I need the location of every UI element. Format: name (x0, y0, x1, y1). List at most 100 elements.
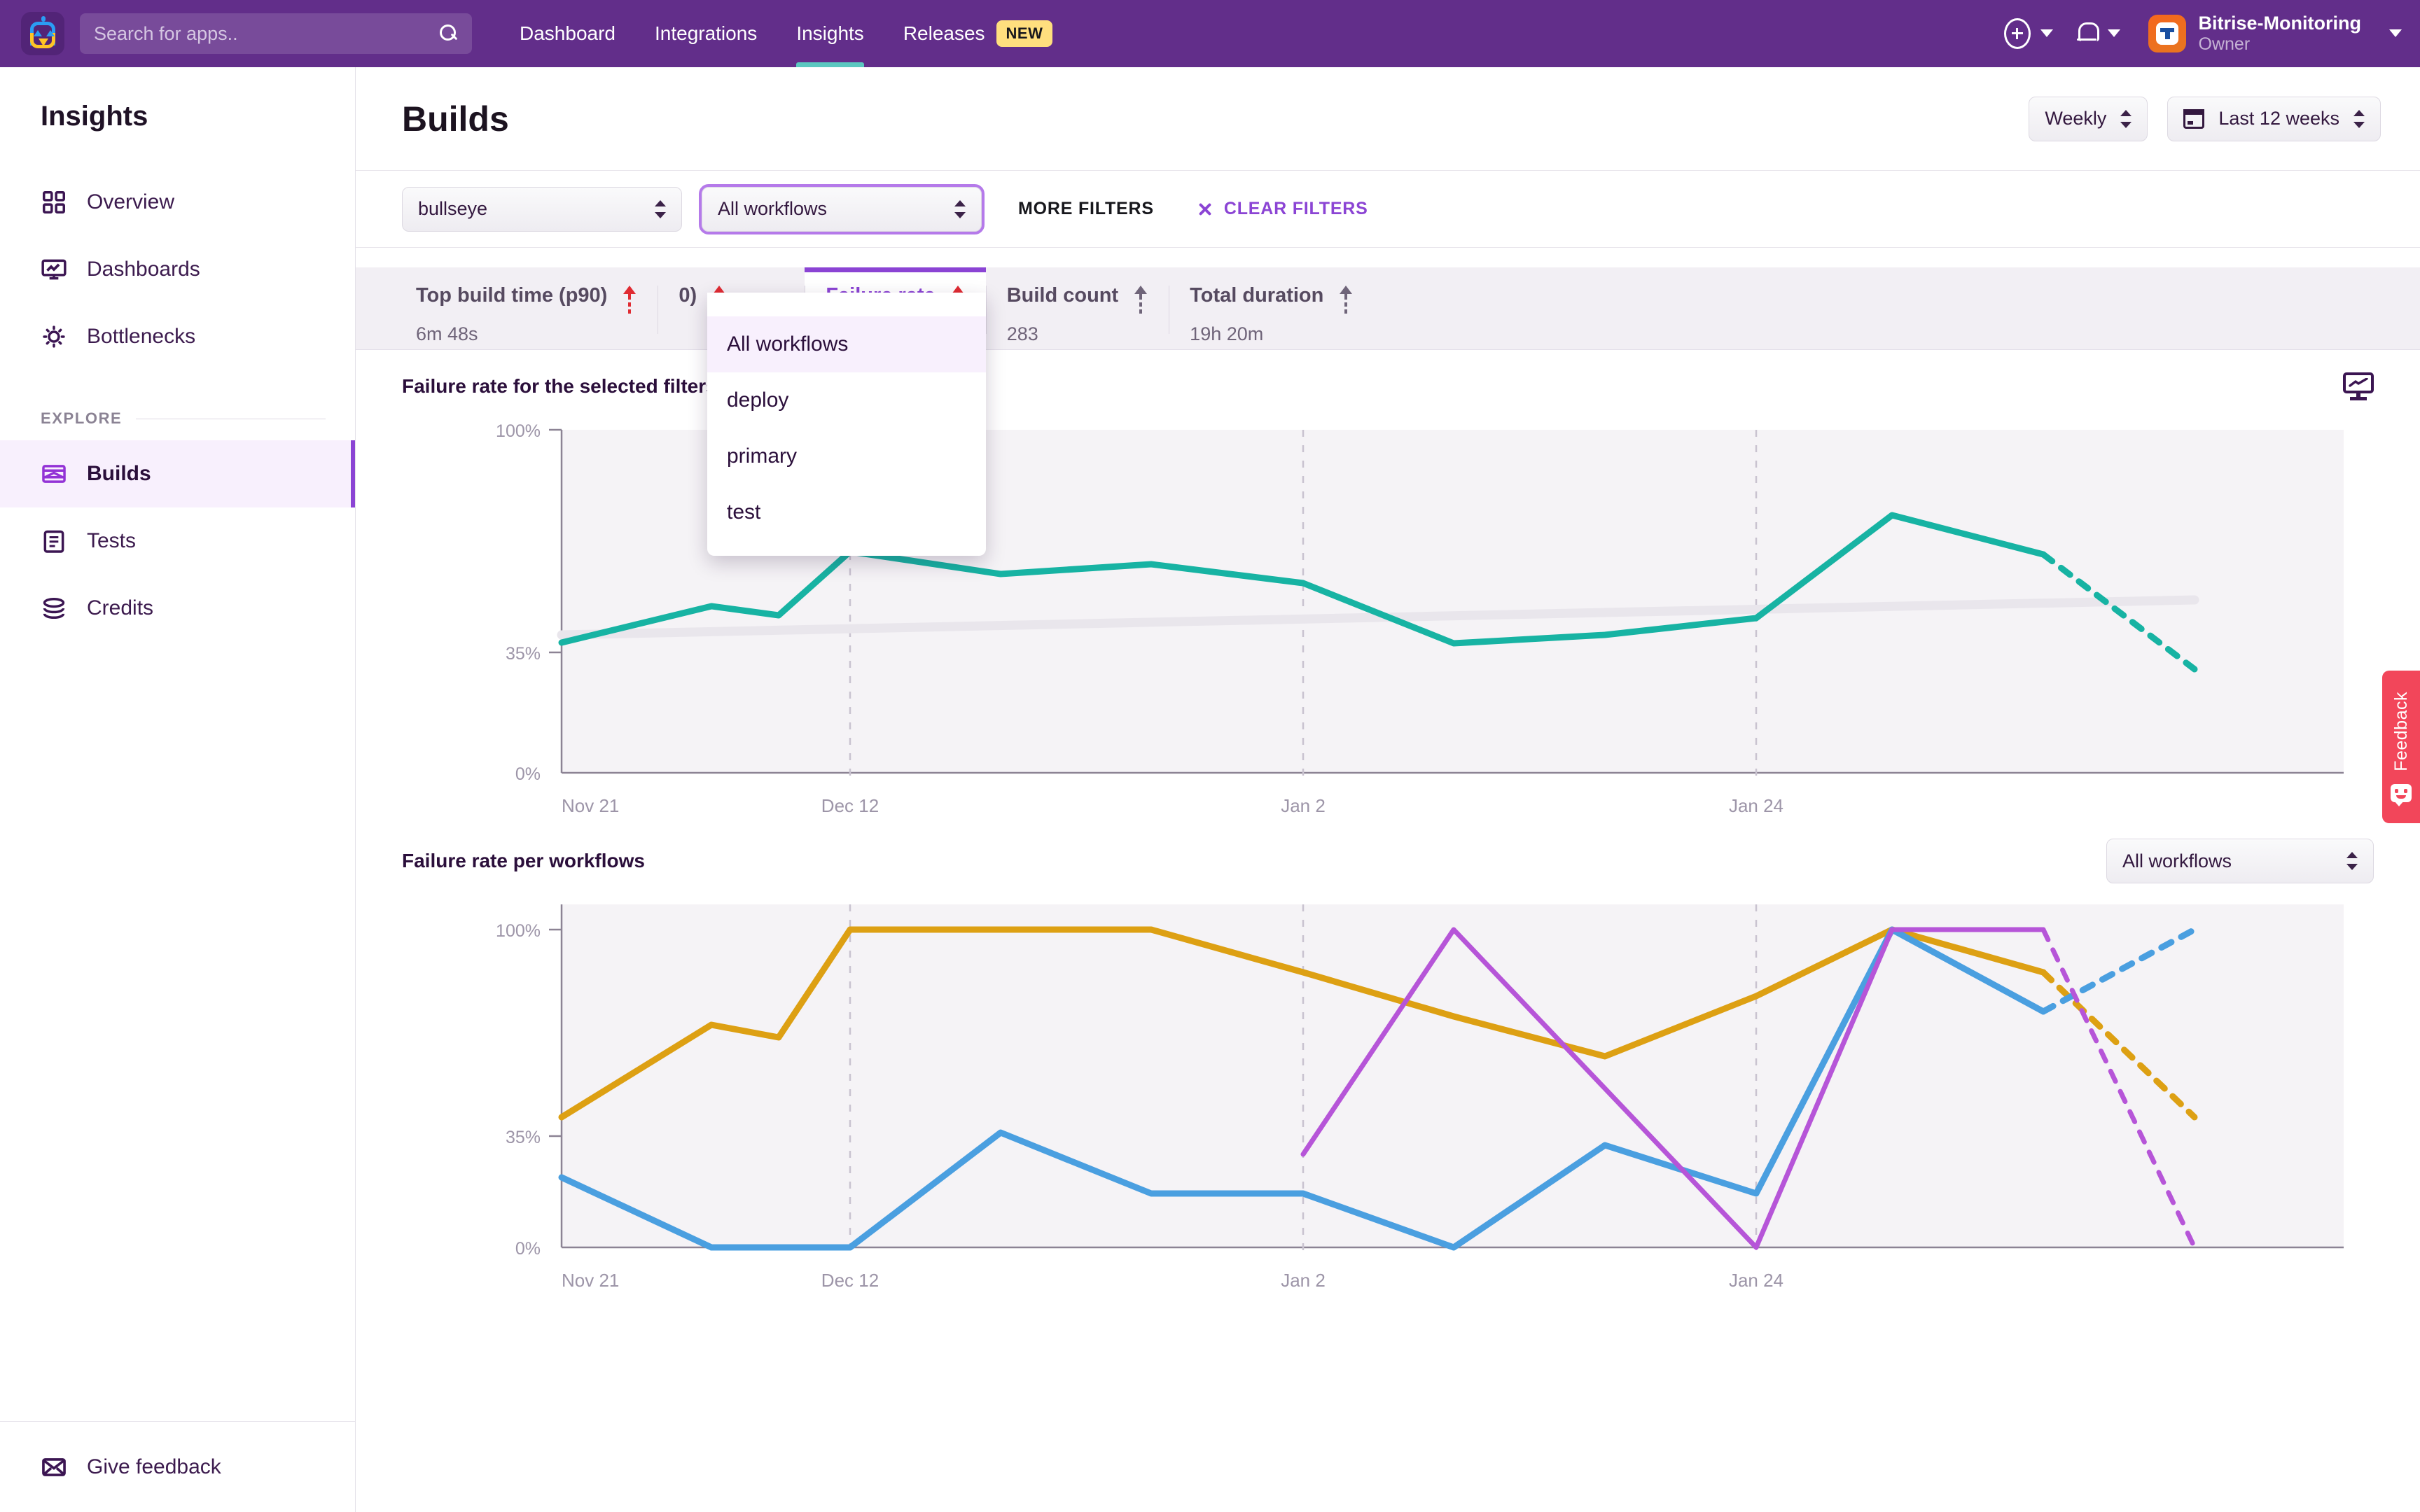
clear-filters-button[interactable]: CLEAR FILTERS (1197, 199, 1368, 219)
dropdown-option-deploy[interactable]: deploy (707, 372, 986, 428)
chart-card-failure-rate: Failure rate for the selected filters (356, 350, 2420, 815)
bitrise-logo[interactable] (21, 12, 64, 55)
monitor-chart-icon (41, 256, 67, 283)
metric-tab-top-build-time[interactable]: Top build time (p90) 6m 48s (395, 267, 658, 349)
dropdown-option-primary[interactable]: primary (707, 428, 986, 484)
svg-text:100%: 100% (496, 423, 541, 441)
main-content: Builds Weekly Last 12 weeks bullseye All (356, 67, 2420, 1512)
metric-value: 19h 20m (1190, 323, 1353, 345)
give-feedback-button[interactable]: Give feedback (0, 1421, 355, 1512)
chart-one-svg: 100% 35% 0% Nov 21 Dec 12 Jan 2 Jan 24 (402, 423, 2384, 815)
sidebar-item-bottlenecks[interactable]: Bottlenecks (0, 303, 355, 370)
sidebar-item-label: Credits (87, 596, 153, 620)
metric-tab-build-count[interactable]: Build count 283 (986, 267, 1169, 349)
chevron-updown-icon (655, 199, 666, 220)
app-select[interactable]: bullseye (402, 187, 682, 232)
sidebar-item-credits[interactable]: Credits (0, 575, 355, 642)
chart-one-title: Failure rate for the selected filters (402, 375, 717, 398)
primary-nav: Dashboard Integrations Insights Releases… (500, 0, 1072, 67)
clear-filters-label: CLEAR FILTERS (1224, 199, 1368, 219)
nav-right-group: Bitrise-Monitoring Owner (1993, 13, 2402, 55)
sidebar-item-label: Overview (87, 190, 174, 214)
notifications-menu-button[interactable] (2064, 20, 2132, 48)
date-range-select[interactable]: Last 12 weeks (2167, 97, 2381, 141)
chart-one-header: Failure rate for the selected filters (402, 350, 2374, 423)
chart-one-plot: 100% 35% 0% Nov 21 Dec 12 Jan 2 Jan 24 (402, 423, 2374, 815)
sidebar-explore-list: Builds Tests (0, 440, 355, 642)
monitor-chart-icon[interactable] (2343, 372, 2374, 400)
search-input[interactable] (94, 23, 440, 45)
nav-link-releases[interactable]: Releases NEW (884, 0, 1073, 67)
calendar-icon (2183, 109, 2204, 129)
metric-tab-total-duration[interactable]: Total duration 19h 20m (1169, 267, 1374, 349)
logo-antenna (41, 16, 46, 22)
chart-two-workflow-select[interactable]: All workflows (2106, 839, 2374, 883)
svg-text:Jan 2: Jan 2 (1281, 1270, 1326, 1289)
dropdown-option-label: primary (727, 444, 797, 468)
page-title: Builds (402, 99, 509, 139)
feedback-label: Feedback (2391, 692, 2412, 771)
org-switcher[interactable]: Bitrise-Monitoring Owner (2132, 13, 2402, 55)
nav-link-insights[interactable]: Insights (777, 0, 884, 67)
close-icon (1197, 202, 1213, 217)
sidebar-item-tests[interactable]: Tests (0, 507, 355, 575)
org-name: Bitrise-Monitoring (2199, 13, 2361, 34)
chevron-updown-icon (2353, 108, 2365, 130)
svg-text:35%: 35% (506, 644, 541, 664)
chart-two-header: Failure rate per workflows All workflows (402, 825, 2374, 897)
sidebar: Insights Overview (0, 67, 356, 1512)
svg-text:0%: 0% (515, 764, 541, 784)
nav-label: Integrations (655, 22, 757, 45)
metric-name: Total duration (1190, 284, 1323, 307)
top-navbar: Dashboard Integrations Insights Releases… (0, 0, 2420, 67)
svg-text:35%: 35% (506, 1128, 541, 1147)
give-feedback-label: Give feedback (87, 1455, 221, 1479)
dropdown-option-all-workflows[interactable]: All workflows (707, 316, 986, 372)
granularity-select[interactable]: Weekly (2029, 97, 2148, 141)
svg-text:Dec 12: Dec 12 (821, 795, 879, 815)
chevron-updown-icon (954, 199, 966, 220)
filter-bar: bullseye All workflows MORE FILTERS CLEA… (356, 171, 2420, 248)
sidebar-item-label: Bottlenecks (87, 325, 195, 349)
svg-text:Dec 12: Dec 12 (821, 1270, 879, 1289)
trend-up-icon (623, 286, 637, 316)
feedback-side-tab[interactable]: Feedback (2382, 671, 2420, 823)
dropdown-option-label: deploy (727, 388, 788, 412)
date-range-value: Last 12 weeks (2218, 108, 2339, 130)
bell-icon (2075, 20, 2098, 48)
logo-eye-left (34, 30, 42, 36)
sidebar-section-explore: EXPLORE (0, 370, 355, 440)
sidebar-section-label: EXPLORE (41, 410, 122, 428)
workflow-select-value: All workflows (718, 198, 940, 220)
metric-name: Build count (1007, 284, 1118, 307)
nav-label: Releases (903, 22, 985, 45)
sidebar-item-dashboards[interactable]: Dashboards (0, 236, 355, 303)
dropdown-option-test[interactable]: test (707, 484, 986, 540)
nav-link-dashboard[interactable]: Dashboard (500, 0, 635, 67)
sidebar-item-label: Builds (87, 462, 151, 486)
app-select-value: bullseye (418, 198, 641, 220)
new-badge: NEW (996, 20, 1053, 47)
add-menu-button[interactable] (1993, 18, 2064, 49)
search-box[interactable] (80, 13, 472, 54)
svg-text:Nov 21: Nov 21 (562, 1270, 619, 1289)
workflow-select[interactable]: All workflows (702, 187, 982, 232)
trend-up-icon (1339, 286, 1353, 316)
granularity-value: Weekly (2045, 108, 2106, 130)
nav-link-integrations[interactable]: Integrations (635, 0, 777, 67)
chevron-updown-icon (2120, 108, 2132, 130)
svg-text:Jan 2: Jan 2 (1281, 795, 1326, 815)
coins-icon (41, 595, 67, 622)
sidebar-item-label: Dashboards (87, 258, 200, 281)
sidebar-item-builds[interactable]: Builds (0, 440, 355, 507)
smiley-icon (2391, 784, 2412, 802)
more-filters-button[interactable]: MORE FILTERS (1018, 199, 1154, 219)
envelope-icon (41, 1454, 67, 1480)
org-avatar (2148, 15, 2186, 52)
sidebar-item-overview[interactable]: Overview (0, 169, 355, 236)
dropdown-option-label: test (727, 500, 760, 524)
dropdown-option-label: All workflows (727, 332, 848, 356)
builds-icon (41, 461, 67, 487)
chevron-down-icon (2040, 29, 2053, 37)
sidebar-title: Insights (0, 67, 355, 132)
